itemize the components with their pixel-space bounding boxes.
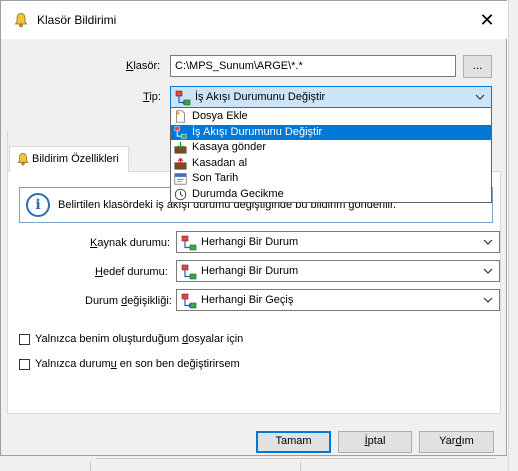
type-option-delay[interactable]: Durumda Gecikme — [171, 187, 491, 203]
tab-label: Bildirim Özellikleri — [32, 153, 119, 165]
source-status-select[interactable]: Herhangi Bir Durum — [176, 231, 500, 253]
delay-icon — [174, 188, 187, 201]
help-button[interactable]: Yardım — [419, 431, 494, 453]
background-window-edge — [508, 0, 518, 471]
type-option-change-workflow[interactable]: İş Akışı Durumunu Değiştir — [171, 124, 491, 141]
type-option-add-file[interactable]: Dosya Ekle — [171, 109, 491, 125]
background-divider — [300, 462, 301, 471]
tab-strip-edge — [1, 131, 8, 171]
target-status-label: Hedef durumu: — [95, 266, 168, 278]
source-status-label: Kaynak durumu: — [90, 237, 171, 249]
target-status-value: Herhangi Bir Durum — [201, 265, 299, 277]
target-status-select[interactable]: Herhangi Bir Durum — [176, 260, 500, 282]
title-bar: Klasör Bildirimi ✕ — [1, 1, 508, 39]
transition-label: Durum değişikliği: — [85, 295, 172, 307]
background-divider — [96, 458, 496, 459]
type-select[interactable]: İş Akışı Durumunu Değiştir — [170, 86, 492, 108]
transition-value: Herhangi Bir Geçiş — [201, 294, 294, 306]
ok-button[interactable]: Tamam — [256, 431, 331, 453]
type-option-check-in[interactable]: Kasaya gönder — [171, 140, 491, 156]
only-my-files-checkbox[interactable] — [19, 334, 30, 345]
cancel-button[interactable]: İptal — [338, 431, 412, 453]
check-out-icon — [174, 157, 187, 170]
type-option-due-date[interactable]: Son Tarih — [171, 171, 491, 187]
tab-notification-properties[interactable]: Bildirim Özellikleri — [9, 146, 129, 172]
background-divider — [90, 462, 91, 471]
transition-select[interactable]: Herhangi Bir Geçiş — [176, 289, 500, 311]
type-select-value: İş Akışı Durumunu Değiştir — [195, 91, 326, 103]
dialog-title: Klasör Bildirimi — [37, 13, 117, 27]
check-in-icon — [174, 141, 187, 154]
close-button[interactable]: ✕ — [472, 7, 502, 33]
folder-path-field[interactable]: C:\MPS_Sunum\ARGE\*.* — [170, 55, 456, 77]
chevron-down-icon — [483, 293, 493, 307]
source-status-value: Herhangi Bir Durum — [201, 236, 299, 248]
due-date-icon — [174, 172, 187, 185]
workflow-icon — [181, 235, 197, 251]
last-changed-by-me-label: Yalnızca durumu en son ben değiştirirsem — [35, 358, 240, 370]
type-dropdown-list: Dosya Ekle İş Akışı Durumunu Değiştir Ka… — [170, 107, 492, 203]
bell-icon — [16, 152, 30, 166]
workflow-icon — [181, 264, 197, 280]
close-icon: ✕ — [479, 10, 495, 30]
last-changed-by-me-checkbox[interactable] — [19, 359, 30, 370]
chevron-down-icon — [483, 235, 493, 249]
chevron-down-icon — [475, 90, 485, 104]
browse-button[interactable]: ... — [463, 55, 492, 78]
chevron-down-icon — [483, 264, 493, 278]
workflow-icon — [174, 126, 187, 139]
type-label: Tip: — [143, 91, 161, 103]
add-file-icon — [174, 110, 187, 123]
transition-icon — [181, 293, 197, 309]
folder-notification-dialog: Klasör Bildirimi ✕ Klasör: C:\MPS_Sunum\… — [0, 0, 508, 456]
info-icon: i — [26, 193, 50, 217]
bell-icon — [13, 12, 29, 28]
workflow-icon — [175, 90, 191, 106]
only-my-files-label: Yalnızca benim oluşturduğum dosyalar içi… — [35, 333, 244, 345]
type-option-check-out[interactable]: Kasadan al — [171, 156, 491, 172]
folder-label: Klasör: — [126, 60, 161, 72]
